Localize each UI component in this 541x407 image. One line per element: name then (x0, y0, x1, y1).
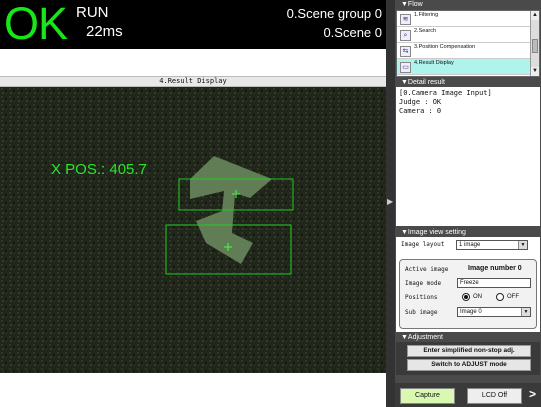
flow-item-label: 1.Filtering (414, 12, 439, 18)
filter-icon: ≋ (400, 14, 411, 25)
flow-item-label: 2.Search (414, 28, 437, 34)
lcd-off-button[interactable]: LCD Off (467, 388, 522, 404)
active-image-settings: Active image Image number 0 Image mode F… (399, 259, 537, 329)
active-image-value: Image number 0 (468, 265, 522, 272)
scene-group-label[interactable]: 0.Scene group 0 (287, 7, 382, 21)
background-texture (0, 87, 386, 373)
position-icon: ⇆ (400, 46, 411, 57)
flow-item-search[interactable]: ⌕ 2.Search (397, 27, 531, 43)
flow-item-label: 4.Result Display (414, 60, 454, 66)
scroll-thumb[interactable] (532, 39, 538, 53)
flow-item-label: 3.Position Compensation (414, 44, 476, 50)
flow-item-filtering[interactable]: ≋ 1.Filtering (397, 11, 531, 27)
sub-image-select[interactable]: Image 0 ▼ (457, 307, 531, 317)
image-mode-field[interactable]: Freeze (457, 278, 531, 288)
detail-result-box: [0.Camera Image Input] Judge : OK Camera… (396, 87, 540, 226)
positions-on-label[interactable]: ON (473, 294, 482, 300)
camera-image-viewport[interactable]: X POS.: 405.7 (0, 87, 386, 373)
image-window-title: 4.Result Display (0, 76, 386, 87)
image-layout-value: 1 image (459, 242, 481, 248)
flow-list: ≋ 1.Filtering ⌕ 2.Search ⇆ 3.Position Co… (396, 10, 540, 77)
positions-label: Positions (405, 294, 438, 301)
scroll-down-icon[interactable]: ▼ (531, 67, 539, 76)
image-layout-label: Image layout (401, 241, 445, 248)
status-bar: OK RUN 22ms 0.Scene group 0 0.Scene 0 (0, 0, 386, 49)
right-panel: ▼Flow ≋ 1.Filtering ⌕ 2.Search ⇆ 3.Posit… (395, 0, 541, 407)
detail-line: Camera : 0 (399, 107, 442, 115)
positions-off-label[interactable]: OFF (507, 294, 519, 300)
image-mode-value: Freeze (460, 280, 479, 286)
positions-on-radio[interactable] (462, 293, 470, 301)
detail-result-header[interactable]: ▼Detail result (395, 78, 541, 87)
active-image-label: Active image (405, 266, 449, 273)
image-mode-label: Image mode (405, 280, 442, 287)
bottom-toolbar: Capture LCD Off > (395, 383, 541, 407)
detail-line: Judge : OK (399, 98, 442, 106)
flow-scrollbar[interactable]: ▲ ▼ (530, 11, 539, 76)
flow-item-result-display[interactable]: ▭ 4.Result Display (397, 59, 531, 75)
capture-button[interactable]: Capture (400, 388, 455, 404)
image-view-setting-header[interactable]: ▼Image view setting (395, 228, 541, 237)
sub-image-label: Sub image (405, 309, 438, 316)
flow-item-position-compensation[interactable]: ⇆ 3.Position Compensation (397, 43, 531, 59)
expand-arrow-icon[interactable]: ▶ (387, 197, 393, 206)
image-panel: 4.Result Display X POS.: 405.7 (0, 49, 386, 407)
search-icon: ⌕ (400, 30, 411, 41)
scene-label[interactable]: 0.Scene 0 (323, 26, 382, 40)
image-layout-select[interactable]: 1 image ▼ (456, 240, 528, 250)
display-icon: ▭ (400, 62, 411, 73)
more-arrow-icon[interactable]: > (529, 387, 536, 401)
chevron-down-icon[interactable]: ▼ (521, 308, 530, 316)
flow-header[interactable]: ▼Flow (395, 0, 541, 9)
simplified-nonstop-adj-button[interactable]: Enter simplified non-stop adj. (407, 345, 531, 357)
scroll-up-icon[interactable]: ▲ (531, 11, 539, 20)
mode-label: RUN (76, 4, 109, 21)
detail-line: [0.Camera Image Input] (399, 89, 492, 97)
chevron-down-icon[interactable]: ▼ (518, 241, 527, 249)
processing-time: 22ms (86, 23, 123, 40)
image-view-setting-box: Image layout 1 image ▼ Active image Imag… (396, 237, 540, 332)
adjustment-panel: Enter simplified non-stop adj. Switch to… (396, 342, 540, 375)
switch-adjust-mode-button[interactable]: Switch to ADJUST mode (407, 359, 531, 371)
camera-image (0, 87, 386, 373)
judgement-status: OK (4, 0, 68, 49)
positions-off-radio[interactable] (496, 293, 504, 301)
panel-divider[interactable]: ▶ (386, 0, 395, 407)
x-position-readout: X POS.: 405.7 (51, 161, 147, 178)
adjustment-header[interactable]: ▼Adjustment (395, 333, 541, 342)
sub-image-value: Image 0 (460, 309, 482, 315)
